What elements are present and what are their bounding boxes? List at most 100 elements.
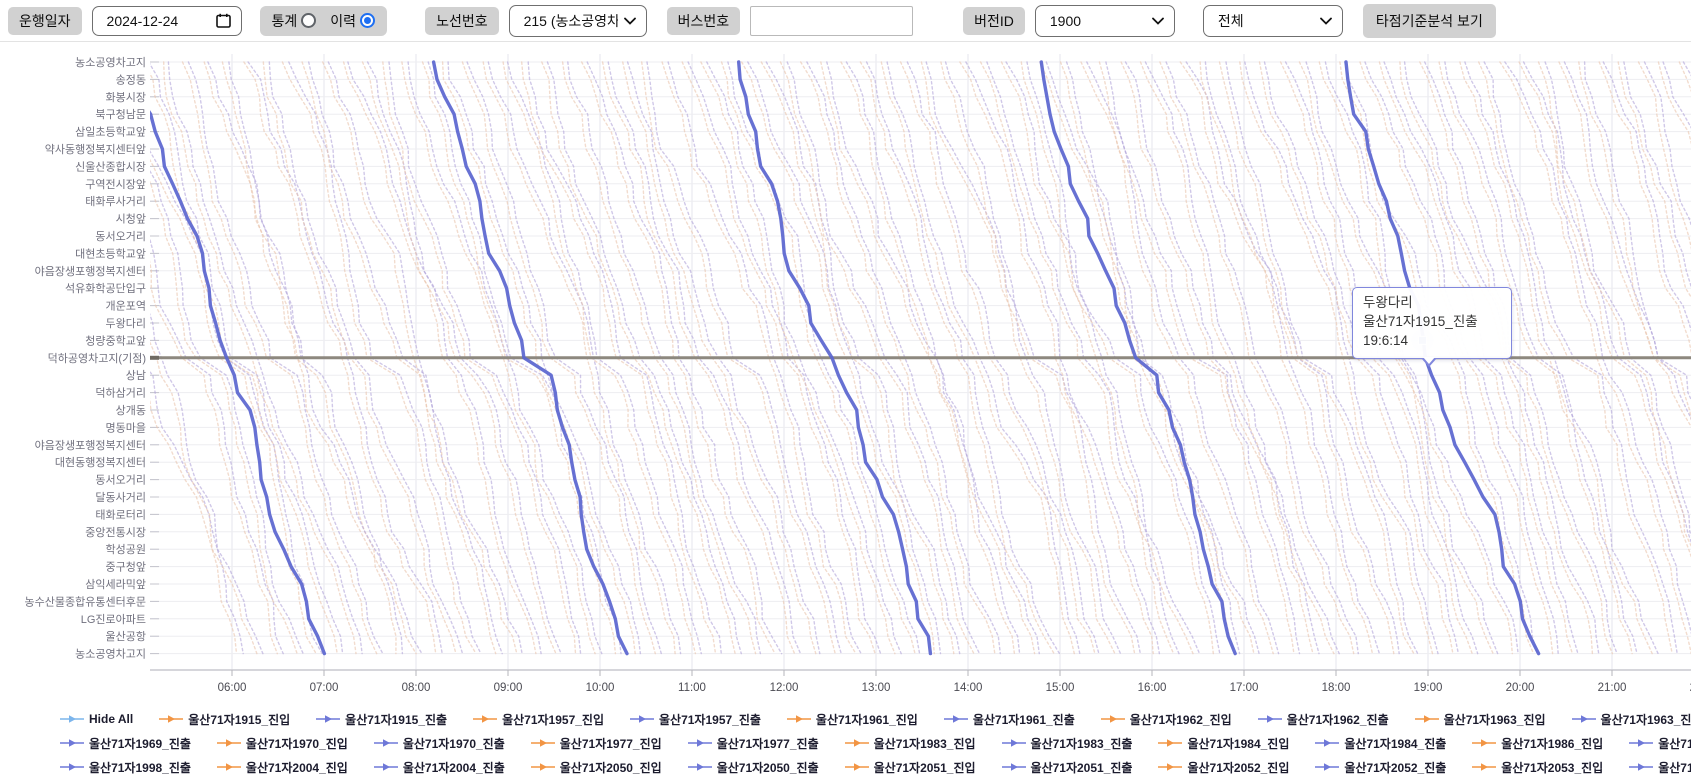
legend-item[interactable]: 울산71자1986_진입 bbox=[1472, 735, 1603, 752]
legend-item-label: 울산71자1961_진입 bbox=[816, 711, 918, 728]
legend-marker-icon bbox=[1002, 738, 1026, 748]
legend-item-label: 울산71자1984_진입 bbox=[1187, 735, 1289, 752]
toolbar: 운행일자 2024-12-24 통계 이력 노선번호 215 (농소공영차고 bbox=[0, 0, 1691, 42]
legend-item[interactable]: 울산71자1970_진출 bbox=[374, 735, 505, 752]
bus-diagram-page: 운행일자 2024-12-24 통계 이력 노선번호 215 (농소공영차고 bbox=[0, 0, 1691, 781]
radio-history[interactable]: 이력 bbox=[330, 11, 375, 31]
legend-marker-icon bbox=[1158, 762, 1182, 772]
legend-marker-icon bbox=[217, 762, 241, 772]
legend-item[interactable]: 울산71자1986_진출 bbox=[1629, 735, 1691, 752]
x-axis-label: 10:00 bbox=[586, 682, 615, 694]
radio-statistics[interactable]: 통계 bbox=[272, 11, 317, 31]
legend-item-label: 울산71자2004_진출 bbox=[403, 759, 505, 776]
x-axis-label: 21:00 bbox=[1598, 682, 1627, 694]
legend-item-label: 울산71자2052_진입 bbox=[1187, 759, 1289, 776]
legend-item[interactable]: 울산71자1915_진출 bbox=[316, 711, 447, 728]
legend-marker-icon bbox=[374, 738, 398, 748]
legend-marker-icon bbox=[1572, 714, 1596, 724]
legend-marker-icon bbox=[688, 738, 712, 748]
legend-item[interactable]: 울산71자2004_진출 bbox=[374, 759, 505, 776]
legend-item[interactable]: 울산71자1915_진입 bbox=[159, 711, 290, 728]
radio-statistics-circle[interactable] bbox=[301, 13, 316, 28]
legend-item[interactable]: 울산71자1963_진입 bbox=[1415, 711, 1546, 728]
y-axis-label: 두왕다리 bbox=[106, 317, 146, 330]
legend-item-label: 울산71자1962_진출 bbox=[1287, 711, 1389, 728]
legend-item[interactable]: 울산71자1983_진출 bbox=[1002, 735, 1133, 752]
y-axis-label: 석유화학공단입구 bbox=[65, 282, 146, 295]
legend-marker-icon bbox=[845, 738, 869, 748]
legend-item[interactable]: 울산71자1963_진출 bbox=[1572, 711, 1691, 728]
x-axis-label: 13:00 bbox=[862, 682, 891, 694]
x-axis-label: 06:00 bbox=[218, 682, 247, 694]
legend-item[interactable]: 울산71자2051_진입 bbox=[845, 759, 976, 776]
mode-radio-group: 통계 이력 bbox=[260, 6, 388, 36]
legend-item[interactable]: 울산71자1969_진출 bbox=[60, 735, 191, 752]
y-axis-label: 달동사거리 bbox=[95, 491, 146, 504]
y-axis-label: 청량중학교앞 bbox=[85, 334, 146, 347]
legend-marker-icon bbox=[1415, 714, 1439, 724]
x-axis-label: 20:00 bbox=[1506, 682, 1535, 694]
legend-marker-icon bbox=[1629, 738, 1653, 748]
legend-item[interactable]: 울산71자2004_진입 bbox=[217, 759, 348, 776]
filter-select-value: 전체 bbox=[1218, 11, 1244, 31]
legend-marker-icon bbox=[1258, 714, 1282, 724]
legend-item[interactable]: 울산71자1962_진입 bbox=[1101, 711, 1232, 728]
legend-item-label: 울산71자2051_진출 bbox=[1031, 759, 1133, 776]
legend-item[interactable]: 울산71자2050_진입 bbox=[531, 759, 662, 776]
legend-item[interactable]: 울산71자1977_진출 bbox=[688, 735, 819, 752]
y-axis-label: 대현동행정복지센터 bbox=[55, 456, 146, 469]
legend-marker-icon bbox=[1101, 714, 1125, 724]
y-axis-label: 동서오거리 bbox=[95, 474, 146, 487]
route-select[interactable]: 215 (농소공영차고 bbox=[509, 5, 647, 37]
route-label: 노선번호 bbox=[425, 7, 499, 35]
legend-item[interactable]: 울산71자1998_진출 bbox=[60, 759, 191, 776]
legend-item[interactable]: 울산71자2053_진출 bbox=[1629, 759, 1691, 776]
legend-item[interactable]: 울산71자1984_진입 bbox=[1158, 735, 1289, 752]
legend-item[interactable]: 울산71자1983_진입 bbox=[845, 735, 976, 752]
version-select[interactable]: 1900 bbox=[1035, 5, 1175, 37]
filter-select[interactable]: 전체 bbox=[1203, 5, 1343, 37]
tooltip-station: 두왕다리 bbox=[1363, 294, 1501, 313]
legend-item[interactable]: 울산71자1957_진입 bbox=[473, 711, 604, 728]
y-axis-label: 학성공원 bbox=[106, 543, 146, 556]
legend-item[interactable]: 울산71자1977_진입 bbox=[531, 735, 662, 752]
legend-item[interactable]: 울산71자2052_진출 bbox=[1315, 759, 1446, 776]
legend-marker-icon bbox=[60, 738, 84, 748]
legend-item-label: 울산71자1977_진출 bbox=[717, 735, 819, 752]
legend-marker-icon bbox=[944, 714, 968, 724]
legend-item[interactable]: 울산71자2050_진출 bbox=[688, 759, 819, 776]
legend-item[interactable]: 울산71자1961_진입 bbox=[787, 711, 918, 728]
y-axis-label: 상남 bbox=[126, 369, 146, 382]
legend-item-label: 울산71자2051_진입 bbox=[874, 759, 976, 776]
version-select-value: 1900 bbox=[1050, 13, 1081, 29]
legend-item[interactable]: 울산71자2053_진입 bbox=[1472, 759, 1603, 776]
analysis-view-button[interactable]: 타점기준분석 보기 bbox=[1363, 4, 1496, 38]
bus-number-input[interactable] bbox=[750, 6, 913, 36]
radio-history-label: 이력 bbox=[330, 11, 356, 31]
radio-statistics-label: 통계 bbox=[272, 11, 298, 31]
legend-item[interactable]: 울산71자1962_진출 bbox=[1258, 711, 1389, 728]
y-axis-label: 삼익세라믹앞 bbox=[85, 578, 146, 591]
legend-item-label: 울산71자1957_진입 bbox=[502, 711, 604, 728]
x-axis-label: 14:00 bbox=[954, 682, 983, 694]
legend-marker-icon bbox=[374, 762, 398, 772]
legend-item[interactable]: 울산71자2051_진출 bbox=[1002, 759, 1133, 776]
legend-row: Hide All 울산71자1915_진입 울산71자1915_진출 울산71자195… bbox=[0, 707, 1691, 731]
legend-marker-icon bbox=[531, 738, 555, 748]
legend-item-label: 울산71자2053_진입 bbox=[1501, 759, 1603, 776]
y-axis-label: 중구청앞 bbox=[106, 561, 146, 574]
legend-item[interactable]: 울산71자1961_진출 bbox=[944, 711, 1075, 728]
legend-item[interactable]: 울산71자1984_진출 bbox=[1315, 735, 1446, 752]
legend-item[interactable]: 울산71자2052_진입 bbox=[1158, 759, 1289, 776]
chart-legend: Hide All 울산71자1915_진입 울산71자1915_진출 울산71자195… bbox=[0, 705, 1691, 779]
date-input[interactable]: 2024-12-24 bbox=[92, 6, 242, 36]
y-axis-label: 대현초등학교앞 bbox=[75, 247, 146, 260]
legend-marker-icon bbox=[159, 714, 183, 724]
version-label: 버전ID bbox=[963, 7, 1025, 35]
legend-marker-icon bbox=[1158, 738, 1182, 748]
radio-history-circle[interactable] bbox=[360, 13, 375, 28]
y-axis-label: 명동마을 bbox=[106, 421, 146, 434]
legend-item[interactable]: 울산71자1957_진출 bbox=[630, 711, 761, 728]
legend-item[interactable]: 울산71자1970_진입 bbox=[217, 735, 348, 752]
legend-item[interactable]: Hide All bbox=[60, 712, 133, 726]
